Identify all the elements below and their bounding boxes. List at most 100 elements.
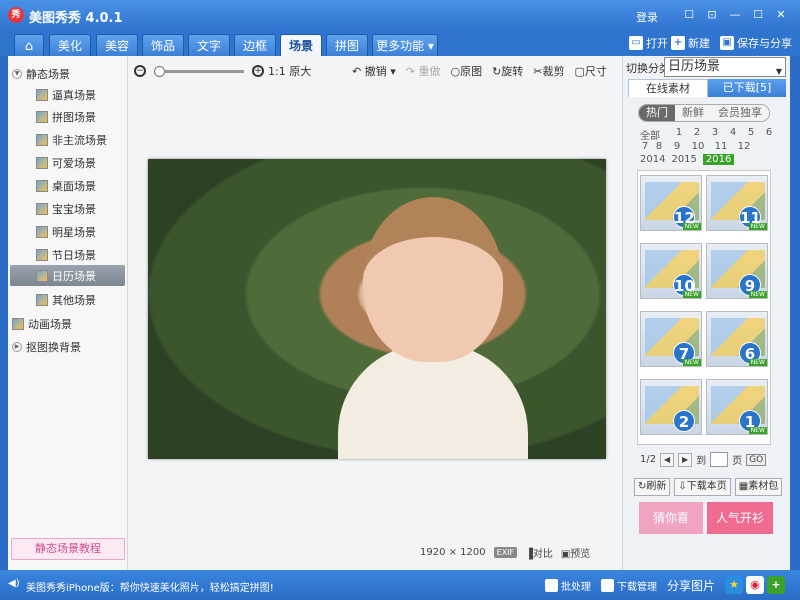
month-option[interactable]: 11 <box>710 141 732 153</box>
month-option[interactable]: 5 <box>742 127 760 139</box>
filter-vip[interactable]: 会员独享 <box>711 105 769 121</box>
month-option[interactable]: 12 <box>732 141 756 153</box>
month-all[interactable]: 全部 <box>640 127 670 142</box>
month-option[interactable]: 1 <box>670 127 688 139</box>
tab-border[interactable]: 边框 <box>234 34 276 56</box>
month-option[interactable]: 10 <box>686 141 710 153</box>
material-thumb[interactable]: 12 NEW <box>640 175 702 231</box>
year-option[interactable]: 2015 <box>671 154 696 165</box>
sidebar-item[interactable]: 宝宝场景 <box>10 198 125 219</box>
refresh-button[interactable]: ↻刷新 <box>634 478 671 496</box>
download-page-button[interactable]: ⇩下载本页 <box>674 478 731 496</box>
month-option[interactable]: 2 <box>688 127 706 139</box>
image-info-bar: 1920 × 1200 EXIF ▐对比 ▣预览 <box>420 545 590 560</box>
new-button[interactable]: + 新建 <box>671 35 710 51</box>
page-input[interactable] <box>710 452 729 467</box>
sidebar-item-calendar[interactable]: 日历场景 <box>10 265 125 286</box>
rotate-button[interactable]: ↻旋转 <box>492 63 523 79</box>
redo-button[interactable]: ↷ 重做 <box>406 63 441 79</box>
window-controls: ☐ ⊡ — ☐ ✕ <box>682 8 788 22</box>
category-select[interactable]: 日历场景 ▼ <box>664 57 786 77</box>
sidebar-item[interactable]: 拼图场景 <box>10 106 125 127</box>
zoom-slider[interactable] <box>154 65 244 77</box>
material-thumb[interactable]: 2 <box>640 379 702 435</box>
filter-hot[interactable]: 热门 <box>639 105 675 121</box>
material-thumb[interactable]: 6 NEW <box>706 311 768 367</box>
star-icon[interactable]: ★ <box>725 576 744 594</box>
sidebar-group-cutout[interactable]: ▶ 抠图换背景 <box>12 339 81 355</box>
month-option[interactable]: 9 <box>668 141 686 153</box>
tutorial-button[interactable]: 静态场景教程 <box>11 538 125 560</box>
zoom-slider-handle[interactable] <box>154 65 165 77</box>
sidebar-item[interactable]: 明星场景 <box>10 221 125 242</box>
filter-new[interactable]: 新鲜 <box>675 105 711 121</box>
login-link[interactable]: 登录 <box>636 9 658 25</box>
material-thumb[interactable]: 7 NEW <box>640 311 702 367</box>
prev-page-button[interactable]: ◀ <box>660 452 675 467</box>
tab-online-material[interactable]: 在线素材 <box>628 79 708 97</box>
animation-icon <box>12 318 24 330</box>
status-bar: ◀) 美图秀秀iPhone版：帮你快速美化照片，轻松搞定拼图! 批处理 下载管理… <box>0 570 800 600</box>
sidebar-item[interactable]: 逼真场景 <box>10 84 125 105</box>
download-manager-button[interactable]: 下载管理 <box>601 578 657 593</box>
tab-beautify[interactable]: 美化 <box>49 34 91 56</box>
zoom-in-icon[interactable]: + <box>252 65 264 77</box>
sidebar-item[interactable]: 节日场景 <box>10 244 125 265</box>
sidebar-group-static[interactable]: ▼ 静态场景 <box>12 66 70 82</box>
material-thumb[interactable]: 1 NEW <box>706 379 768 435</box>
original-button[interactable]: ○原图 <box>450 63 482 79</box>
material-thumb[interactable]: 9 NEW <box>706 243 768 299</box>
crop-button[interactable]: ✂裁剪 <box>533 63 564 79</box>
sidebar-item[interactable]: 桌面场景 <box>10 175 125 196</box>
material-pack-button[interactable]: ▦素材包 <box>734 478 783 496</box>
resize-button[interactable]: ▢尺寸 <box>575 63 607 79</box>
tab-beauty[interactable]: 美容 <box>96 34 138 56</box>
open-button[interactable]: ▭ 打开 <box>629 35 668 51</box>
close-button[interactable]: ✕ <box>774 8 788 22</box>
compare-button[interactable]: ▐对比 <box>525 545 553 560</box>
tab-downloaded[interactable]: 已下载[5] <box>708 79 786 97</box>
tab-home[interactable]: ⌂ <box>14 34 44 56</box>
material-thumb[interactable]: 10 NEW <box>640 243 702 299</box>
sidebar-group-animated[interactable]: 动画场景 <box>12 316 72 332</box>
photo-subject-face <box>363 197 503 362</box>
weibo-icon[interactable]: ◉ <box>746 576 765 594</box>
sidebar-item[interactable]: 可爱场景 <box>10 152 125 173</box>
batch-button[interactable]: 批处理 <box>545 578 591 593</box>
skin-icon[interactable]: ⊡ <box>705 8 719 22</box>
save-share-button[interactable]: ▣ 保存与分享 <box>720 35 792 51</box>
tab-accessories[interactable]: 饰品 <box>142 34 184 56</box>
tab-text[interactable]: 文字 <box>188 34 230 56</box>
month-option[interactable]: 6 <box>760 127 778 139</box>
tab-collage[interactable]: 拼图 <box>326 34 368 56</box>
status-actions: 批处理 下载管理 分享图片 ★ ◉ + <box>545 576 786 594</box>
month-option[interactable]: 8 <box>650 141 668 153</box>
status-message[interactable]: 美图秀秀iPhone版：帮你快速美化照片，轻松搞定拼图! <box>26 579 274 594</box>
tab-scene[interactable]: 场景 <box>280 34 322 56</box>
go-button[interactable]: GO <box>746 453 767 466</box>
sidebar-item[interactable]: 其他场景 <box>10 289 125 310</box>
month-option[interactable]: 7 <box>640 141 650 153</box>
next-page-button[interactable]: ▶ <box>678 452 693 467</box>
undo-button[interactable]: ↶ 撤销 ▾ <box>352 63 396 79</box>
year-option-selected[interactable]: 2016 <box>702 154 735 165</box>
minimize-button[interactable]: — <box>728 8 742 22</box>
preview-button[interactable]: ▣预览 <box>561 545 590 560</box>
sidebar-item[interactable]: 非主流场景 <box>10 129 125 150</box>
month-option[interactable]: 3 <box>706 127 724 139</box>
promo-banner-guess[interactable]: 猜你喜 <box>639 502 703 534</box>
exif-button[interactable]: EXIF <box>493 547 518 558</box>
year-option[interactable]: 2014 <box>640 154 665 165</box>
page-unit-label: 页 <box>732 456 743 467</box>
photo-canvas[interactable] <box>148 159 606 459</box>
month-option[interactable]: 4 <box>724 127 742 139</box>
promo-banner-popular[interactable]: 人气开衫 <box>707 502 773 534</box>
feedback-icon[interactable]: ☐ <box>682 8 696 22</box>
material-thumb[interactable]: 11 NEW <box>706 175 768 231</box>
zoom-out-icon[interactable]: − <box>134 65 146 77</box>
original-size-button[interactable]: 1:1 原大 <box>268 63 311 79</box>
scene-icon <box>36 293 48 306</box>
maximize-button[interactable]: ☐ <box>751 8 765 22</box>
add-icon[interactable]: + <box>767 576 786 594</box>
tab-more[interactable]: 更多功能 ▾ <box>372 34 438 56</box>
